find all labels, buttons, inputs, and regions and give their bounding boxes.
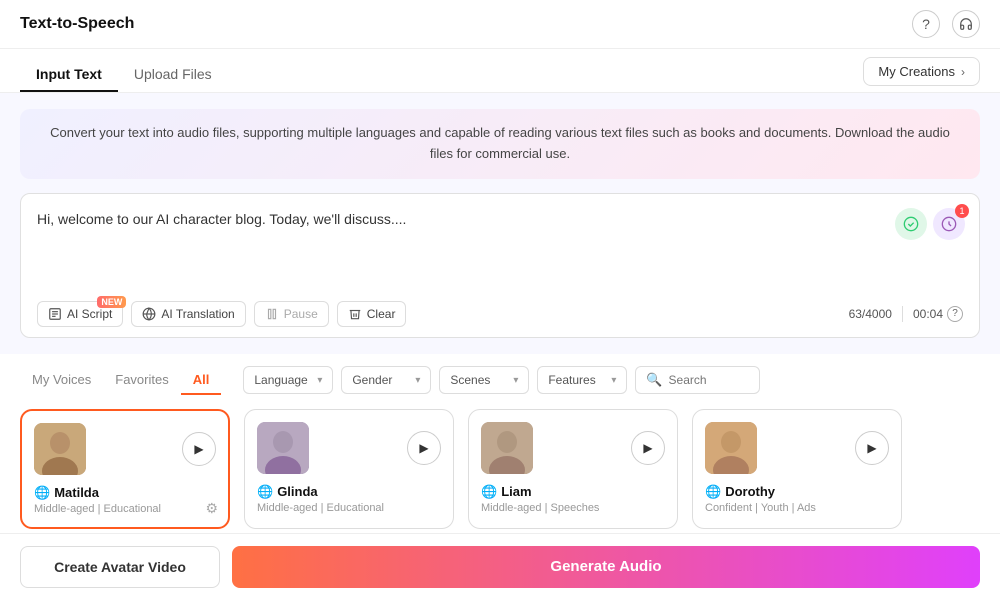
clear-button[interactable]: Clear [337, 301, 407, 327]
globe-icon: 🌐 [34, 485, 50, 501]
time-help-icon[interactable]: ? [947, 306, 963, 322]
language-filter[interactable]: Language ▾ [243, 366, 333, 394]
voice-desc-dorothy: Confident | Youth | Ads [705, 502, 889, 514]
chevron-down-icon: ▾ [317, 375, 322, 386]
chevron-right-icon: › [961, 65, 965, 79]
tab-input-text[interactable]: Input Text [20, 58, 118, 92]
voice-card-top: ▶ [705, 422, 889, 474]
help-icon[interactable]: ? [912, 10, 940, 38]
tab-upload-files[interactable]: Upload Files [118, 58, 228, 92]
ai-icons-group: 1 [895, 208, 965, 240]
script-icon [48, 307, 62, 321]
voice-tab-favorites[interactable]: Favorites [103, 366, 180, 395]
voice-tab-my-voices[interactable]: My Voices [20, 366, 103, 395]
voice-desc-matilda: Middle-aged | Educational [34, 503, 216, 515]
voice-card-dorothy[interactable]: ▶ 🌐 Dorothy Confident | Youth | Ads [692, 409, 902, 529]
voice-tabs: My Voices Favorites All [20, 366, 221, 395]
time-display: 00:04 ? [913, 306, 963, 322]
voice-card-top: ▶ [481, 422, 665, 474]
pause-icon [265, 307, 279, 321]
play-button-dorothy[interactable]: ▶ [855, 431, 889, 465]
voice-card-glinda[interactable]: ▶ 🌐 Glinda Middle-aged | Educational [244, 409, 454, 529]
app-title: Text-to-Speech [20, 15, 134, 33]
chevron-down-icon: ▾ [513, 375, 518, 386]
chevron-down-icon: ▾ [611, 375, 616, 386]
voice-desc-liam: Middle-aged | Speeches [481, 502, 665, 514]
globe-icon: 🌐 [257, 484, 273, 500]
tabs-left: Input Text Upload Files [20, 58, 228, 92]
voice-section: My Voices Favorites All Language ▾ Gende… [0, 354, 1000, 533]
voice-name-glinda: 🌐 Glinda [257, 484, 441, 500]
header-icons: ? [912, 10, 980, 38]
translation-icon [142, 307, 156, 321]
play-button-liam[interactable]: ▶ [631, 431, 665, 465]
voice-desc-glinda: Middle-aged | Educational [257, 502, 441, 514]
features-filter[interactable]: Features ▾ [537, 366, 627, 394]
voice-avatar-liam [481, 422, 533, 474]
search-icon: 🔍 [646, 372, 662, 388]
voice-name-matilda: 🌐 Matilda [34, 485, 216, 501]
ai-translation-button[interactable]: AI Translation [131, 301, 245, 327]
toolbar-left: AI Script NEW AI Translation Pause Clear [37, 301, 406, 327]
ai-action-icon-2[interactable]: 1 [933, 208, 965, 240]
filter-selects: Language ▾ Gender ▾ Scenes ▾ Features ▾ … [243, 366, 980, 394]
play-button-glinda[interactable]: ▶ [407, 431, 441, 465]
gender-filter[interactable]: Gender ▾ [341, 366, 431, 394]
text-editor-input[interactable]: Hi, welcome to our AI character blog. To… [37, 208, 963, 288]
clear-icon [348, 307, 362, 321]
text-editor-wrapper: Hi, welcome to our AI character blog. To… [20, 193, 980, 338]
voice-search-input[interactable] [669, 373, 749, 387]
play-button-matilda[interactable]: ▶ [182, 432, 216, 466]
voice-filters: My Voices Favorites All Language ▾ Gende… [20, 366, 980, 395]
editor-toolbar: AI Script NEW AI Translation Pause Clear [37, 301, 963, 327]
new-badge: NEW [97, 296, 126, 308]
ai-action-icon-1[interactable] [895, 208, 927, 240]
voice-avatar-dorothy [705, 422, 757, 474]
description-banner: Convert your text into audio files, supp… [20, 109, 980, 179]
voice-card-matilda[interactable]: ▶ 🌐 Matilda Middle-aged | Educational ⚙ [20, 409, 230, 529]
headphones-icon[interactable] [952, 10, 980, 38]
voice-avatar-glinda [257, 422, 309, 474]
ai-badge: 1 [955, 204, 969, 218]
voice-card-top: ▶ [34, 423, 216, 475]
main-content: Convert your text into audio files, supp… [0, 93, 1000, 354]
voice-name-dorothy: 🌐 Dorothy [705, 484, 889, 500]
ai-script-button[interactable]: AI Script NEW [37, 301, 123, 327]
globe-icon: 🌐 [481, 484, 497, 500]
voice-avatar-matilda [34, 423, 86, 475]
voice-name-liam: 🌐 Liam [481, 484, 665, 500]
voice-cards: ▶ 🌐 Matilda Middle-aged | Educational ⚙ [20, 409, 980, 533]
voice-card-liam[interactable]: ▶ 🌐 Liam Middle-aged | Speeches [468, 409, 678, 529]
voice-card-top: ▶ [257, 422, 441, 474]
scenes-filter[interactable]: Scenes ▾ [439, 366, 529, 394]
header: Text-to-Speech ? [0, 0, 1000, 49]
voice-settings-icon-matilda[interactable]: ⚙ [205, 500, 218, 517]
char-count: 63/4000 [849, 307, 892, 321]
tabs-bar: Input Text Upload Files My Creations › [0, 49, 1000, 93]
toolbar-right: 63/4000 00:04 ? [849, 306, 963, 322]
voice-search-box: 🔍 [635, 366, 759, 394]
bottom-bar: Create Avatar Video Generate Audio [0, 533, 1000, 600]
globe-icon: 🌐 [705, 484, 721, 500]
divider [902, 306, 903, 322]
my-creations-button[interactable]: My Creations › [863, 57, 980, 86]
pause-button[interactable]: Pause [254, 301, 329, 327]
chevron-down-icon: ▾ [415, 375, 420, 386]
voice-tab-all[interactable]: All [181, 366, 222, 395]
